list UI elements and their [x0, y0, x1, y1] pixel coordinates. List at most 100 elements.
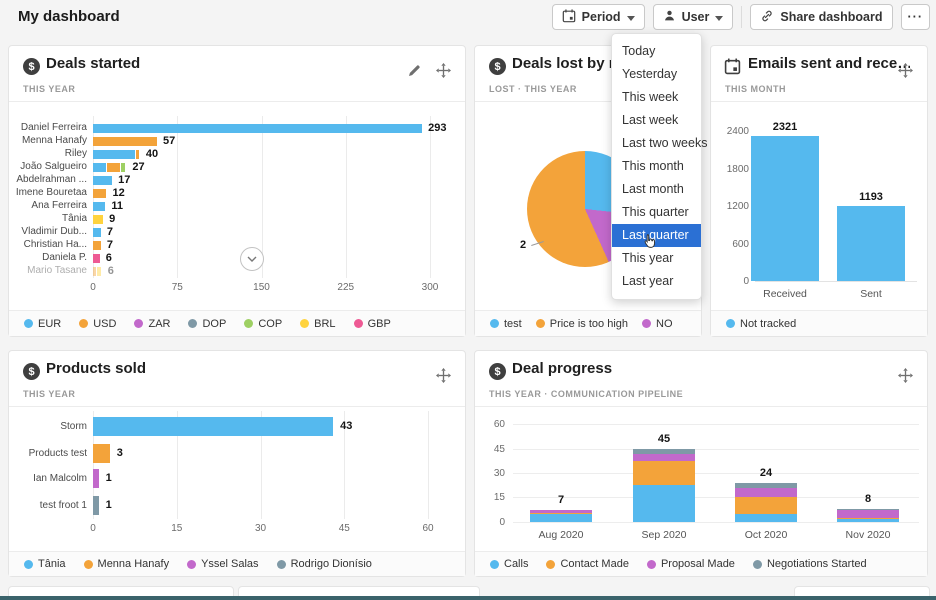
toolbar-divider	[741, 6, 742, 28]
legend-item: ZAR	[134, 318, 170, 330]
share-dashboard-button[interactable]: Share dashboard	[750, 4, 892, 30]
total-label: 7	[558, 494, 564, 506]
y-tick-label: 15	[475, 492, 505, 503]
total-label: 24	[760, 467, 772, 479]
widget-subtitle: THIS MONTH	[725, 84, 786, 94]
deals-started-chart: 075150225300Daniel Ferreira293Menna Hana…	[9, 102, 465, 312]
move-icon[interactable]	[898, 368, 913, 383]
bar-value-label: 11	[111, 200, 123, 212]
menu-item-last-year[interactable]: Last year	[612, 270, 701, 293]
more-options-button[interactable]: ···	[901, 4, 931, 30]
bar-value-label: 12	[112, 187, 124, 199]
gridline	[177, 116, 178, 278]
legend-dot	[134, 319, 143, 328]
bar	[93, 444, 110, 463]
products-sold-legend: TâniaMenna HanafyYssel SalasRodrigo Dion…	[9, 551, 465, 576]
widget-header: $ Deals started THIS YEAR	[9, 46, 465, 102]
gridline	[513, 424, 919, 425]
emails-chart: 06001200180024002321Received1193Sent	[711, 102, 927, 312]
menu-item-this-month[interactable]: This month	[612, 155, 701, 178]
bar-segment	[93, 176, 112, 185]
legend-item: Contact Made	[546, 558, 628, 570]
currency-icon: $	[23, 363, 40, 380]
user-button[interactable]: User	[653, 4, 734, 30]
row-label: Ana Ferreira	[9, 200, 87, 211]
x-tick-label: 30	[255, 523, 266, 534]
edit-icon[interactable]	[407, 63, 422, 78]
deals-lost-legend: testPrice is too highNO	[475, 310, 701, 336]
bar-value-label: 9	[109, 213, 115, 225]
stack-segment	[633, 485, 695, 521]
bar-segment	[97, 267, 100, 276]
legend-label: Price is too high	[550, 318, 628, 330]
menu-item-yesterday[interactable]: Yesterday	[612, 63, 701, 86]
bar-value-label: 27	[132, 161, 144, 173]
widget-title: Deals started	[46, 55, 140, 72]
x-tick-label: 15	[171, 523, 182, 534]
menu-item-last-month[interactable]: Last month	[612, 178, 701, 201]
stack-segment	[837, 510, 899, 517]
menu-item-last-week[interactable]: Last week	[612, 109, 701, 132]
y-tick-label: 45	[475, 444, 505, 455]
total-label: 8	[865, 493, 871, 505]
category-label: Aug 2020	[539, 529, 584, 541]
stack-segment	[735, 488, 797, 498]
legend-label: COP	[258, 318, 282, 330]
category-label: Received	[763, 288, 807, 300]
bar-value-label: 43	[340, 420, 352, 432]
row-label: Imene Bouretaa	[9, 187, 87, 198]
stack-segment	[633, 461, 695, 485]
move-icon[interactable]	[436, 368, 451, 383]
user-button-label: User	[682, 10, 710, 24]
category-label: Sent	[860, 288, 882, 300]
y-tick-label: 2400	[711, 126, 749, 137]
legend-label: Negotiations Started	[767, 558, 867, 570]
toolbar: Period User Share dashboard ···	[552, 4, 930, 30]
user-icon	[663, 9, 676, 25]
gridline	[513, 522, 919, 523]
x-tick-label: 0	[90, 523, 96, 534]
x-tick-label: 45	[339, 523, 350, 534]
row-label: Abdelrahman ...	[9, 174, 87, 185]
pie-callout-value: 2	[520, 239, 526, 251]
gridline	[430, 116, 431, 278]
menu-item-today[interactable]: Today	[612, 40, 701, 63]
legend-label: Calls	[504, 558, 528, 570]
bar-value-label: 293	[428, 122, 446, 134]
legend-dot	[24, 560, 33, 569]
move-icon[interactable]	[436, 63, 451, 78]
gridline	[513, 497, 919, 498]
menu-item-last-two-weeks[interactable]: Last two weeks	[612, 132, 701, 155]
bar-value-label: 57	[163, 135, 175, 147]
legend-label: Rodrigo Dionísio	[291, 558, 372, 570]
gridline	[513, 473, 919, 474]
move-icon[interactable]	[898, 63, 913, 78]
stack-segment	[837, 518, 899, 520]
widget-subtitle: THIS YEAR · COMMUNICATION PIPELINE	[489, 389, 683, 399]
gridline	[513, 449, 919, 450]
bar-value-label: 3	[117, 447, 123, 459]
chevron-down-icon	[715, 10, 723, 24]
row-label: test froot 1	[9, 500, 87, 511]
menu-item-this-week[interactable]: This week	[612, 86, 701, 109]
bar-segment	[136, 150, 139, 159]
legend-label: test	[504, 318, 522, 330]
axis-baseline	[755, 281, 917, 282]
bar-segment	[93, 163, 106, 172]
bar-segment	[93, 150, 135, 159]
expand-rows-button[interactable]	[240, 247, 264, 271]
legend-dot	[490, 319, 499, 328]
legend-dot	[84, 560, 93, 569]
menu-item-this-quarter[interactable]: This quarter	[612, 201, 701, 224]
bar-value-label: 1	[106, 499, 112, 511]
widget-products-sold: $ Products sold THIS YEAR 015304560Storm…	[8, 350, 466, 577]
period-button[interactable]: Period	[552, 4, 645, 30]
bar-segment	[121, 163, 125, 172]
bar-value-label: 7	[107, 239, 113, 251]
share-dashboard-label: Share dashboard	[780, 10, 882, 24]
total-label: 45	[658, 433, 670, 445]
legend-item: Negotiations Started	[753, 558, 867, 570]
y-tick-label: 1200	[711, 201, 749, 212]
deals-started-legend: EURUSDZARDOPCOPBRLGBP	[9, 310, 465, 336]
period-menu: TodayYesterdayThis weekLast weekLast two…	[611, 33, 702, 300]
